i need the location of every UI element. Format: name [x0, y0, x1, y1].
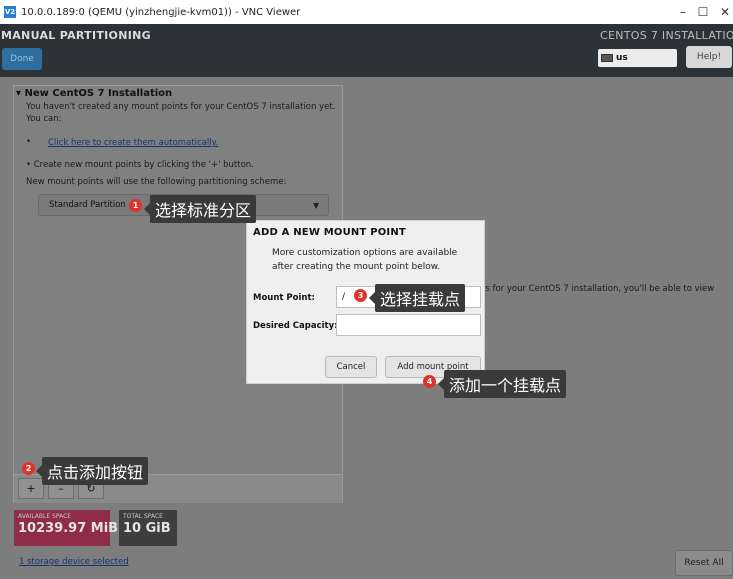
annotation-2: 点击添加按钮 [35, 457, 149, 485]
annotation-badge-1: 1 [129, 199, 142, 212]
total-space-box: TOTAL SPACE 10 GiB [119, 510, 177, 546]
desired-capacity-input[interactable] [336, 314, 481, 336]
annotation-1: 选择标准分区 [143, 195, 257, 223]
annotation-badge-2: 2 [22, 462, 35, 475]
mount-point-label: Mount Point: [253, 293, 315, 303]
keyboard-layout-label: us [616, 53, 628, 63]
installation-section-title[interactable]: ▾ New CentOS 7 Installation [16, 88, 172, 99]
close-button[interactable]: ✕ [709, 0, 733, 24]
available-space-label: AVAILABLE SPACE [18, 513, 72, 520]
desired-capacity-label: Desired Capacity: [253, 321, 338, 331]
product-title: CENTOS 7 INSTALLATION [600, 29, 733, 42]
total-space-value: 10 GiB [123, 521, 171, 536]
add-mount-point-button[interactable]: + [18, 478, 44, 499]
dialog-description: More customization options are available [272, 248, 458, 258]
auto-create-link[interactable]: Click here to create them automatically. [48, 138, 218, 148]
chevron-down-icon[interactable]: ▼ [313, 201, 319, 210]
available-space-box: AVAILABLE SPACE 10239.97 MiB [14, 510, 119, 546]
window-title: 10.0.0.189:0 (QEMU (yinzhengjie-kvm01)) … [21, 6, 301, 18]
total-space-label: TOTAL SPACE [123, 513, 163, 520]
partition-scheme-value: Standard Partition [49, 200, 126, 210]
keyboard-layout-indicator[interactable]: us [598, 49, 677, 67]
mount-point-value: / [342, 292, 346, 302]
available-space-value: 10239.97 MiB [18, 521, 119, 536]
annotation-badge-4: 4 [423, 375, 436, 388]
manual-create-hint: • Create new mount points by clicking th… [26, 160, 254, 170]
intro-text-2: You can: [26, 114, 62, 124]
details-hint: ts for your CentOS 7 installation, you'l… [482, 284, 715, 294]
reset-all-button[interactable]: Reset All [675, 550, 733, 576]
dialog-description-2: after creating the mount point below. [272, 262, 441, 272]
annotation-badge-3: 3 [354, 289, 367, 302]
done-button[interactable]: Done [2, 48, 42, 70]
scheme-hint: New mount points will use the following … [26, 177, 287, 187]
help-button[interactable]: Help! [686, 46, 732, 68]
dialog-title: ADD A NEW MOUNT POINT [253, 227, 406, 238]
vnc-app-icon: V2 [4, 6, 16, 18]
annotation-3: 选择挂载点 [368, 284, 466, 312]
keyboard-icon [601, 54, 613, 62]
bullet: • [26, 137, 32, 147]
storage-device-link[interactable]: 1 storage device selected [19, 557, 129, 567]
intro-text: You haven't created any mount points for… [26, 102, 336, 112]
vnc-titlebar: V2 10.0.0.189:0 (QEMU (yinzhengjie-kvm01… [0, 0, 733, 24]
cancel-button[interactable]: Cancel [325, 356, 377, 378]
page-title: MANUAL PARTITIONING [1, 29, 151, 42]
annotation-4: 添加一个挂载点 [437, 370, 567, 398]
